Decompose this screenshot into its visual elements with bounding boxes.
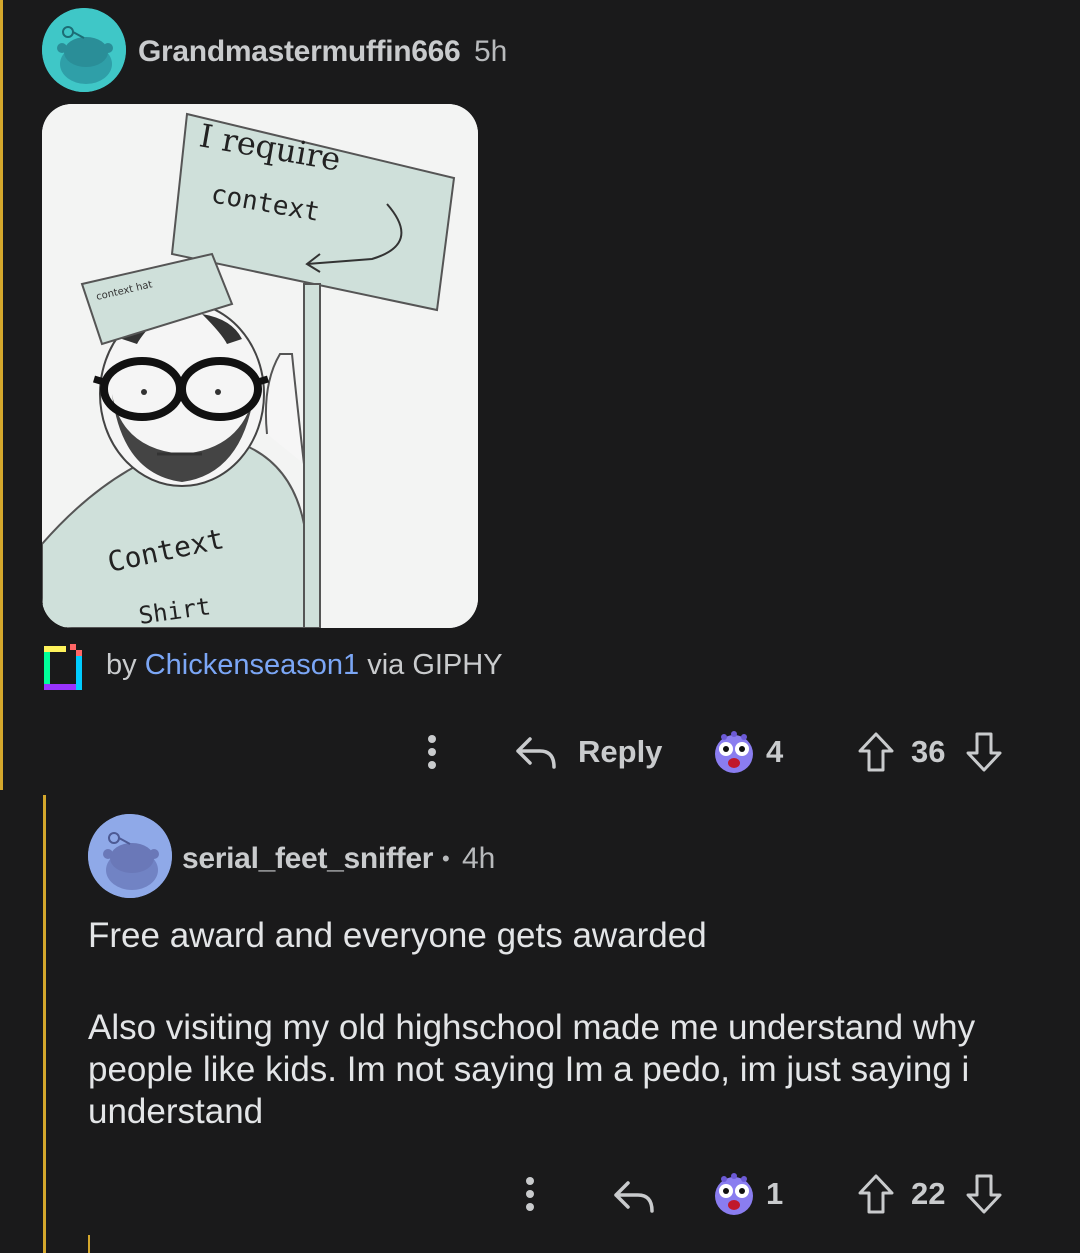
reply-more-options-button[interactable]	[516, 1172, 544, 1216]
reply-separator: •	[442, 846, 450, 871]
snoo-avatar-icon	[88, 814, 172, 898]
reply-paragraph-1: Free award and everyone gets awarded	[88, 916, 707, 955]
thread-line-root[interactable]	[0, 0, 3, 790]
reply-downvote-button[interactable]	[964, 1172, 1004, 1216]
reply-label: Reply	[578, 734, 663, 769]
giphy-icon	[44, 644, 82, 690]
giphy-prefix: by	[106, 649, 137, 681]
upvote-button[interactable]	[856, 730, 896, 774]
giphy-author-link[interactable]: Chickenseason1	[145, 649, 359, 681]
upvote-arrow-icon	[858, 1174, 894, 1214]
reply-avatar[interactable]	[88, 814, 172, 898]
giphy-logo	[42, 640, 84, 694]
reply-paragraph-2-line-2: people like kids. Im not saying Im a ped…	[88, 1050, 970, 1089]
thread-line-child[interactable]	[88, 1235, 90, 1253]
award-button[interactable]: 4	[712, 728, 783, 776]
shocked-award-icon	[715, 1173, 753, 1215]
vertical-dots-icon	[526, 1177, 534, 1211]
reply-upvote-button[interactable]	[856, 1172, 896, 1216]
giphy-attribution: by Chickenseason1 via GIPHY	[106, 649, 503, 682]
reply-timestamp: 4h	[462, 842, 496, 875]
downvote-button[interactable]	[964, 730, 1004, 774]
award-count: 4	[766, 734, 784, 769]
upvote-arrow-icon	[858, 732, 894, 772]
giphy-suffix: via GIPHY	[367, 649, 503, 681]
reply-reply-button[interactable]	[612, 1174, 656, 1218]
comment-username[interactable]: Grandmastermuffin666	[138, 35, 461, 69]
comment-timestamp: 5h	[474, 35, 508, 68]
thread-line-reply[interactable]	[43, 795, 46, 1253]
shocked-award-icon	[715, 731, 753, 773]
reply-paragraph-2: Also visiting my old highschool made me …	[88, 1007, 1048, 1133]
score: 36	[911, 734, 946, 769]
reply-username[interactable]: serial_feet_sniffer	[182, 842, 433, 876]
avatar[interactable]	[42, 8, 126, 92]
gif-image[interactable]: I require context Context Shirt context …	[42, 104, 478, 628]
context-meme-drawing: I require context Context Shirt context …	[42, 104, 478, 628]
reply-paragraph-2-line-1: Also visiting my old highschool made me …	[88, 1008, 976, 1047]
reply-award-count: 1	[766, 1176, 784, 1211]
reply-button[interactable]: Reply	[514, 730, 662, 774]
reply-paragraph-2-line-3: understand	[88, 1092, 264, 1131]
more-options-button[interactable]	[418, 730, 446, 774]
snoo-avatar-icon	[42, 8, 126, 92]
reply-award-button[interactable]: 1	[712, 1170, 783, 1218]
reply-arrow-icon	[516, 737, 556, 769]
downvote-arrow-icon	[966, 732, 1002, 772]
vertical-dots-icon	[428, 735, 436, 769]
reply-score: 22	[911, 1176, 946, 1211]
downvote-arrow-icon	[966, 1174, 1002, 1214]
reply-arrow-icon	[614, 1181, 654, 1213]
